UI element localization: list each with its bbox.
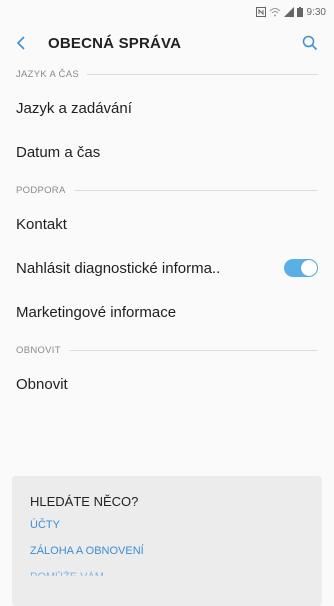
search-icon — [302, 35, 318, 51]
card-link-partial[interactable]: POMŮŽE VÁM — [30, 571, 304, 576]
toggle-knob — [301, 260, 317, 276]
card-title: HLEDÁTE NĚCO? — [30, 494, 139, 509]
list-item-label: Datum a čas — [16, 143, 101, 161]
card-link-accounts[interactable]: ÚČTY — [30, 519, 304, 531]
section-header-language-time: JAZYK A ČAS — [0, 62, 334, 86]
list-item-contact[interactable]: Kontakt — [0, 202, 334, 246]
list-item-marketing-info[interactable]: Marketingové informace — [0, 290, 334, 334]
section-header-label: JAZYK A ČAS — [16, 68, 79, 80]
section-divider — [86, 73, 318, 75]
list-item-date-time[interactable]: Datum a čas — [0, 130, 334, 174]
looking-for-something-card: HLEDÁTE NĚCO? ÚČTY ZÁLOHA A OBNOVENÍ POM… — [12, 476, 322, 606]
list-item-language-input[interactable]: Jazyk a zadávání — [0, 86, 334, 130]
wifi-icon — [269, 8, 280, 17]
section-divider — [68, 349, 318, 351]
page-title: OBECNÁ SPRÁVA — [48, 34, 182, 52]
chevron-left-icon — [16, 36, 25, 50]
back-button[interactable] — [16, 32, 38, 54]
section-header-support: PODPORA — [0, 178, 334, 202]
list-item-label: Jazyk a zadávání — [16, 99, 132, 117]
nfc-icon — [255, 7, 266, 17]
section-header-label: OBNOVIT — [16, 344, 61, 356]
signal-icon — [283, 7, 294, 17]
list-item-label: Kontakt — [16, 215, 67, 233]
list-item-label: Obnovit — [16, 375, 68, 393]
app-bar: OBECNÁ SPRÁVA — [0, 24, 334, 62]
status-icons — [255, 7, 303, 17]
settings-list: JAZYK A ČAS Jazyk a zadávání Datum a čas… — [0, 62, 334, 406]
battery-icon — [296, 7, 303, 17]
section-header-reset: OBNOVIT — [0, 338, 334, 362]
status-bar: 9:30 — [0, 0, 334, 24]
section-header-label: PODPORA — [16, 184, 66, 196]
list-item-reset[interactable]: Obnovit — [0, 362, 334, 406]
list-item-label: Marketingové informace — [16, 303, 177, 321]
list-item-report-diagnostics[interactable]: Nahlásit diagnostické informa.. — [0, 246, 334, 290]
section-divider — [73, 189, 318, 191]
card-link-backup-restore[interactable]: ZÁLOHA A OBNOVENÍ — [30, 545, 304, 557]
diagnostics-toggle[interactable] — [284, 259, 318, 277]
status-time: 9:30 — [306, 6, 326, 18]
list-item-label: Nahlásit diagnostické informa.. — [16, 259, 221, 277]
search-button[interactable] — [298, 31, 322, 55]
